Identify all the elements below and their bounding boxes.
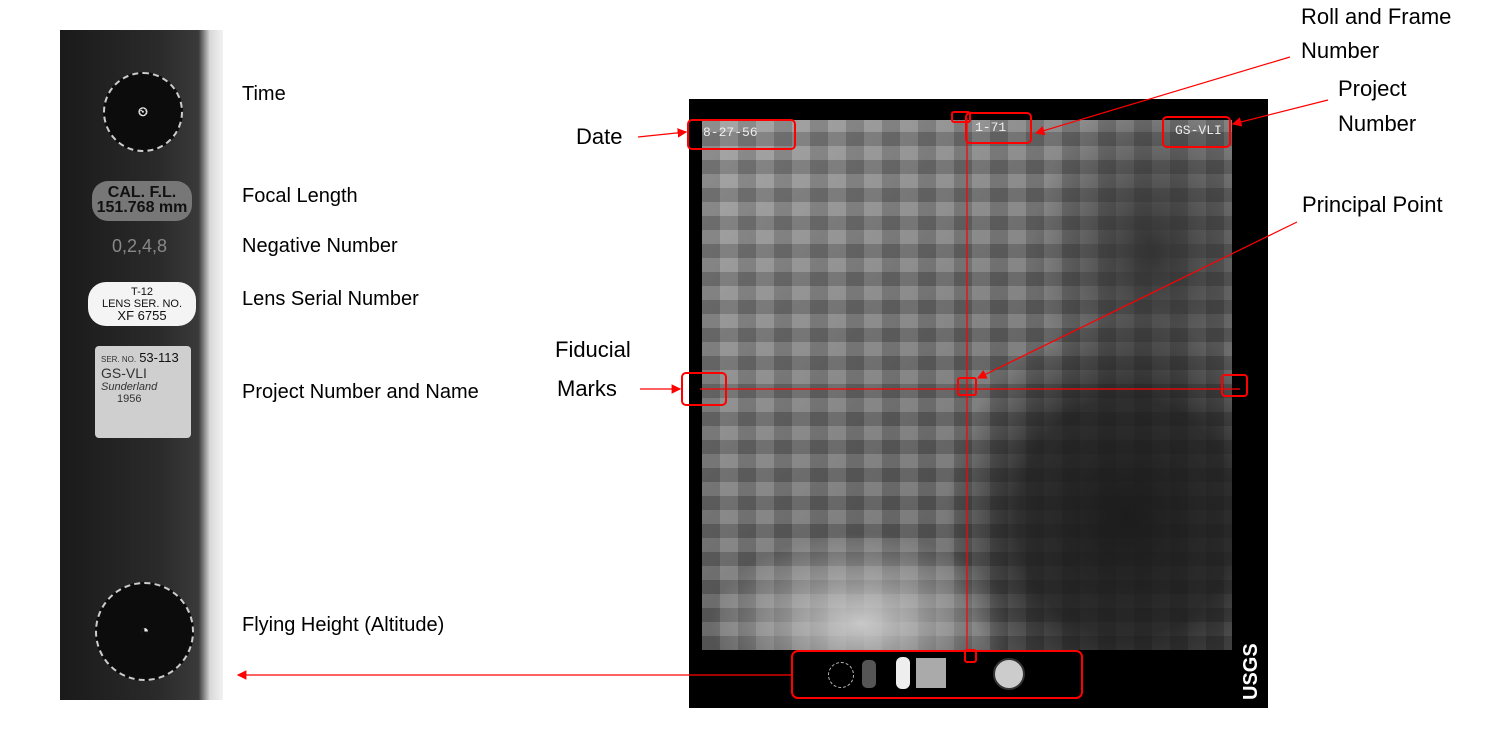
arrow-date — [637, 128, 688, 138]
box-date — [687, 119, 796, 150]
box-project — [1162, 116, 1231, 148]
box-data-strip — [791, 650, 1083, 699]
arrow-project — [1231, 99, 1329, 127]
box-fiducial-right — [1221, 374, 1248, 397]
annotation-overlay — [236, 56, 1329, 699]
arrow-principal-point — [976, 221, 1298, 379]
box-roll-frame — [965, 112, 1032, 144]
